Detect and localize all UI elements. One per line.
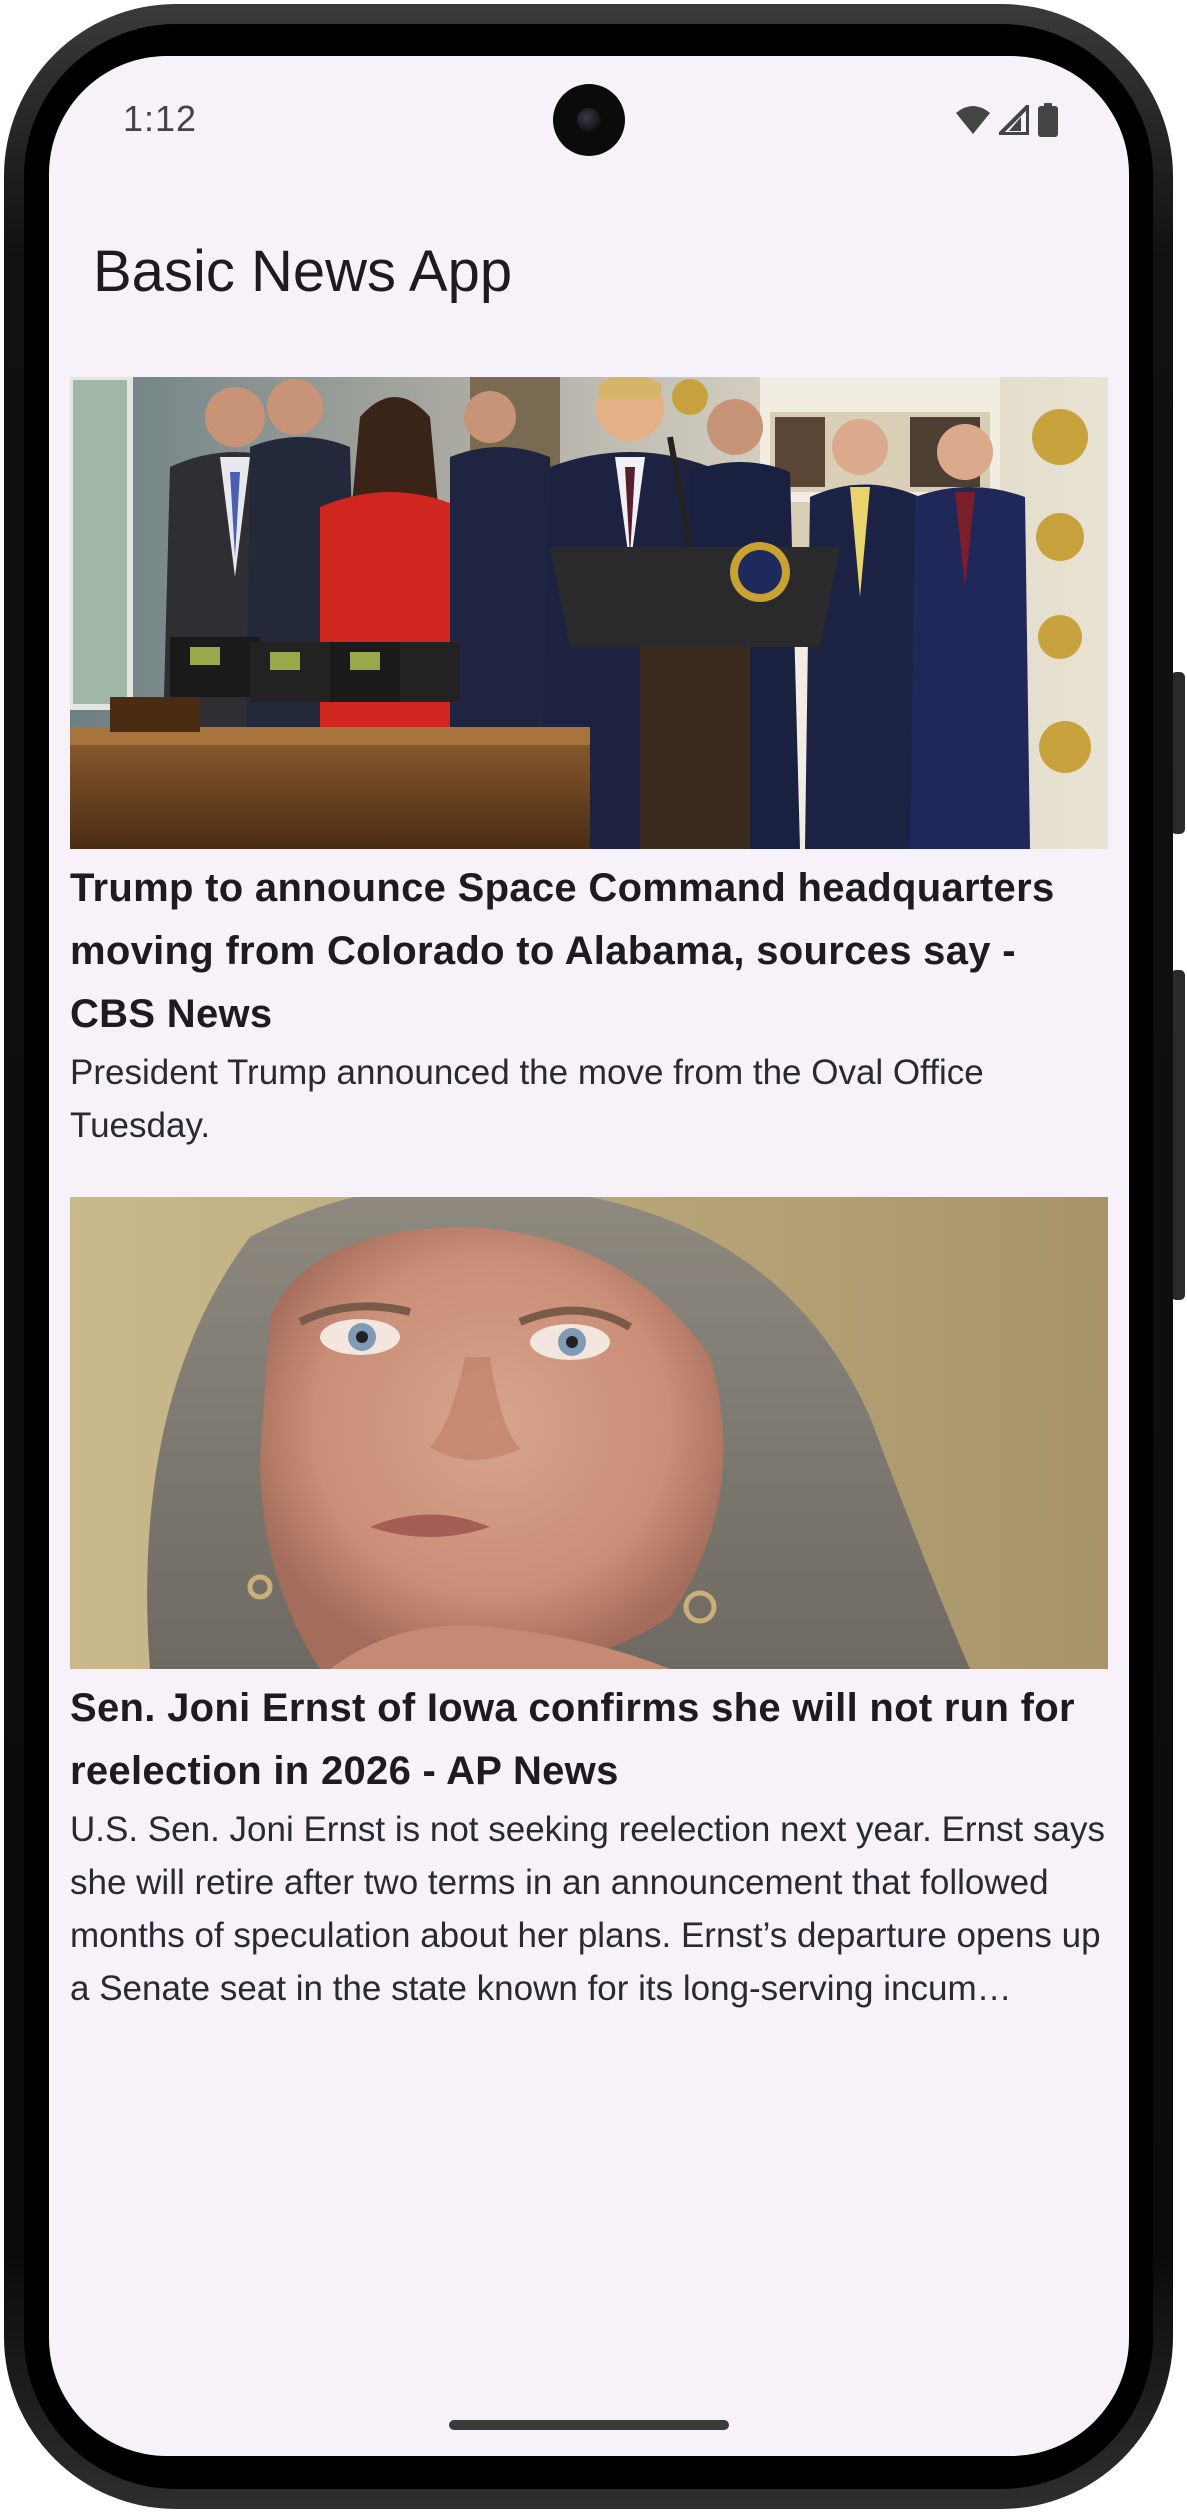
gesture-navigation-bar[interactable] [449,2420,729,2430]
camera-lens [577,108,601,132]
article-image[interactable] [70,1197,1108,1669]
article-image[interactable] [70,377,1108,849]
wifi-icon [955,105,991,140]
status-time: 1:12 [123,98,198,139]
screen: 1:12 Basic News App Trump to announce Sp… [49,56,1129,2456]
device-frame: 1:12 Basic News App Trump to announce Sp… [0,0,1187,2513]
front-camera [553,84,625,156]
status-icons [955,102,1059,142]
app-title: Basic News App [93,239,513,304]
volume-up-button [1171,672,1185,834]
article-title[interactable]: Trump to announce Space Command headquar… [70,857,1108,1046]
battery-icon [1037,102,1059,142]
article-description: U.S. Sen. Joni Ernst is not seeking reel… [70,1810,1105,2008]
status-bar: 1:12 [49,56,1129,186]
power-button [1171,970,1185,1300]
signal-icon [998,103,1030,140]
news-feed[interactable]: Trump to announce Space Command headquar… [70,377,1108,2015]
article-card[interactable]: Trump to announce Space Command headquar… [70,377,1108,1152]
article-description: President Trump announced the move from … [70,1053,984,1145]
app-bar: Basic News App [49,226,1129,326]
article-title[interactable]: Sen. Joni Ernst of Iowa confirms she wil… [70,1677,1108,1803]
article-card[interactable]: Sen. Joni Ernst of Iowa confirms she wil… [70,1197,1108,2015]
